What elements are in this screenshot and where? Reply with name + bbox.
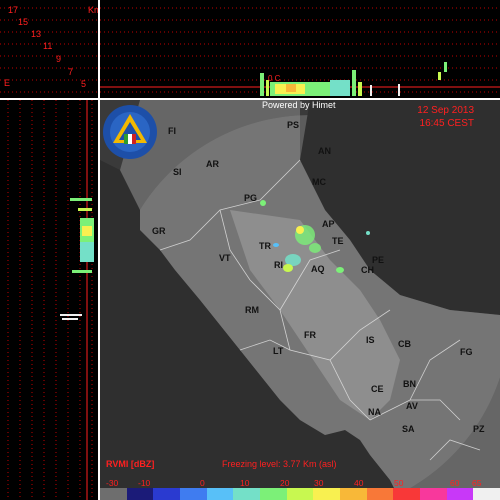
city-label: AV [406, 401, 418, 411]
color-swatch [366, 488, 394, 500]
horizontal-profile-panel: 0 C [100, 0, 500, 100]
city-label: RM [245, 305, 259, 315]
legend-tick: 50 [394, 478, 404, 488]
vertical-profile-panel [0, 100, 98, 500]
color-swatch [420, 488, 447, 500]
city-label: AR [206, 159, 219, 169]
freezing-level-label: Freezing level: 3.77 Km (asl) [222, 459, 337, 469]
color-swatch [393, 488, 421, 500]
height-tick: 15 [18, 17, 29, 27]
city-label: CE [371, 384, 384, 394]
city-label: AQ [311, 264, 325, 274]
color-swatch [126, 488, 154, 500]
legend-tick: -10 [138, 478, 151, 488]
height-tick: 9 [56, 54, 62, 64]
color-swatch [180, 488, 207, 500]
city-label: RI [274, 260, 283, 270]
radar-map-canvas [100, 100, 500, 500]
color-swatch [446, 488, 474, 500]
city-label: TR [259, 241, 271, 251]
civil-protection-logo [103, 105, 157, 159]
city-label: GR [152, 226, 166, 236]
corner-label: E [4, 78, 11, 88]
legend-tick: 10 [240, 478, 250, 488]
legend-tick: 40 [354, 478, 364, 488]
color-swatch [206, 488, 234, 500]
echo-profile-vertical [60, 198, 94, 320]
freezing-marker: 0 C [268, 74, 281, 83]
city-label: AP [322, 219, 335, 229]
city-label: NA [368, 407, 381, 417]
height-tick: 17 [8, 5, 19, 15]
height-tick: 7 [68, 67, 74, 77]
color-swatch [260, 488, 287, 500]
city-label: AN [318, 146, 331, 156]
powered-by-label: Powered by Himet [262, 100, 336, 110]
color-swatch [313, 488, 341, 500]
horizontal-profile-grid [100, 7, 500, 96]
city-label: IS [366, 335, 375, 345]
date-label: 12 Sep 2013 [417, 105, 474, 116]
echo-profile [260, 62, 447, 96]
color-scale [100, 488, 500, 500]
height-tick: 5 [81, 79, 87, 89]
city-label: CB [398, 339, 411, 349]
legend-tick: 20 [280, 478, 290, 488]
color-swatch [153, 488, 181, 500]
color-swatch [233, 488, 261, 500]
color-swatch [340, 488, 367, 500]
city-label: PS [287, 120, 300, 130]
city-label: SA [402, 424, 415, 434]
city-label: LT [273, 346, 284, 356]
height-tick: 11 [43, 41, 53, 51]
color-swatch [286, 488, 314, 500]
legend-tick: 60 [450, 478, 460, 488]
city-label: CH [361, 265, 374, 275]
legend-tick: 30 [314, 478, 324, 488]
city-label: FG [460, 347, 473, 357]
city-label: MC [312, 177, 326, 187]
height-scale-panel: 17 15 13 11 9 7 5 E [0, 0, 98, 98]
legend-tick: 0 [200, 478, 205, 488]
vertical-profile-grid [7, 100, 94, 500]
city-label: PE [372, 255, 385, 265]
height-tick: 13 [31, 29, 42, 39]
city-label: TE [332, 236, 344, 246]
city-label: VT [219, 253, 231, 263]
color-swatch [473, 488, 500, 500]
legend-ticks: -30 -10 0 10 20 30 40 50 60 65 [100, 478, 500, 488]
city-label: SI [173, 167, 182, 177]
city-label: PG [244, 193, 258, 203]
city-label: FR [304, 330, 316, 340]
radar-map [100, 100, 500, 500]
city-label: PZ [473, 424, 485, 434]
legend-tick: -30 [106, 478, 119, 488]
timestamp: 12 Sep 2013 16:45 CEST [417, 104, 474, 130]
color-swatch [100, 488, 127, 500]
city-label: FI [168, 126, 176, 136]
legend-unit-label: RVMI [dBZ] [106, 459, 155, 469]
time-label: 16:45 CEST [419, 118, 474, 129]
legend-tick: 65 [472, 478, 482, 488]
city-label: BN [403, 379, 416, 389]
